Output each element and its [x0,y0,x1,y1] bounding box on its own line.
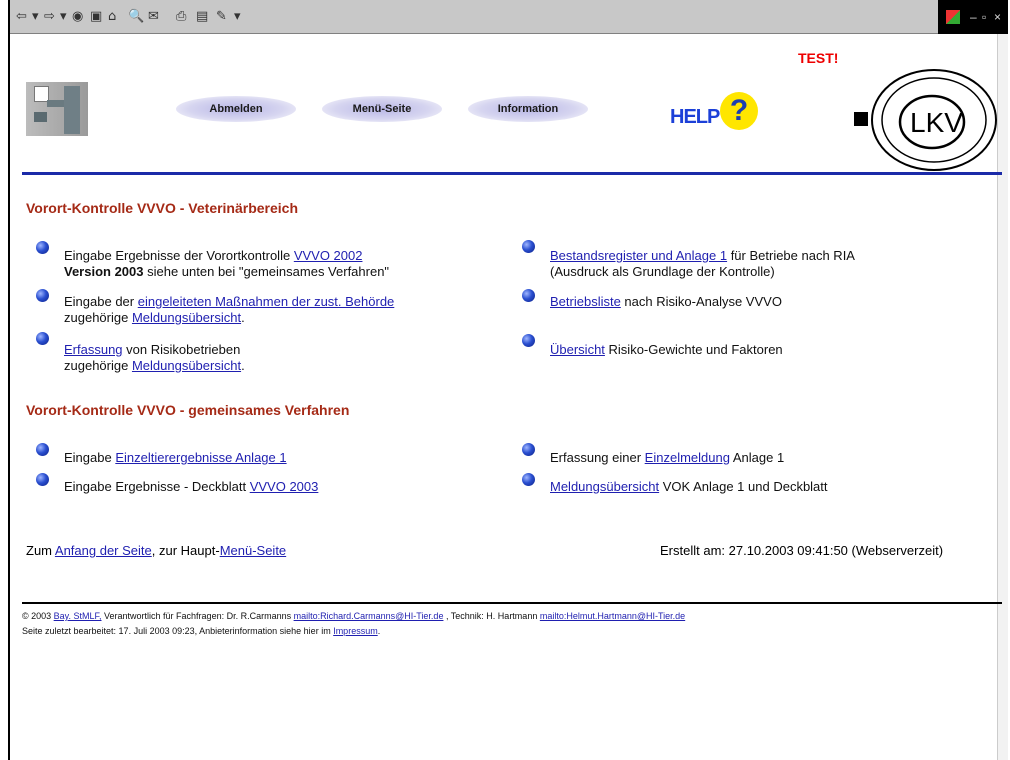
back-dropdown-icon[interactable]: ▾ [32,9,39,24]
bullet-icon [36,443,49,456]
lkv-logo[interactable]: LKV [848,62,998,172]
window-controls: – ▫ × [938,0,1008,34]
logo-part [64,86,80,134]
list-item: Übersicht Risiko-Gewichte und Faktoren [550,342,783,357]
list-item: Eingabe Ergebnisse der Vorortkontrolle V… [64,248,390,279]
bullet-icon [36,473,49,486]
close-icon[interactable]: × [994,10,1001,24]
help-text: HELP [670,106,720,128]
list-item: Erfassung von Risikobetrieben zugehörige… [64,342,245,373]
uebersicht-link[interactable]: Übersicht [550,342,605,357]
nav-information-button[interactable]: Information [468,96,588,122]
home-icon[interactable]: ⌂ [108,9,116,24]
mail-carmanns-link[interactable]: mailto:Richard.Carmanns@HI-Tier.de [294,611,444,621]
einzelmeldung-link[interactable]: Einzelmeldung [645,450,730,465]
back-icon[interactable]: ⇦ [16,9,27,24]
help-question-icon: ? [720,92,758,130]
browser-frame: ⇦ ▾ ⇨ ▾ ◉ ▣ ⌂ 🔍 ✉ ⎙ ▤ ✎ ▾ – ▫ × TEST! Ab… [8,0,1008,760]
impressum-link[interactable]: Impressum [333,626,378,636]
minimize-icon[interactable]: – [970,10,977,24]
bay-stmlf-link[interactable]: Bay. StMLF, [54,611,102,621]
list-item: Eingabe Einzeltierergebnisse Anlage 1 [64,450,287,465]
vertical-scrollbar[interactable] [997,34,1008,760]
help-button[interactable]: HELP ? [670,92,770,136]
mail-hartmann-link[interactable]: mailto:Helmut.Hartmann@HI-Tier.de [540,611,685,621]
bullet-icon [522,443,535,456]
list-item: Eingabe der eingeleiteten Maßnahmen der … [64,294,395,325]
bullet-icon [36,289,49,302]
list-item: Betriebsliste nach Risiko-Analyse VVVO [550,294,782,309]
refresh-icon[interactable]: ▣ [90,9,102,24]
footer-divider [22,602,1002,604]
last-edited-line: Seite zuletzt bearbeitet: 17. Juli 2003 … [22,626,381,636]
meldungsuebersicht-vok-link[interactable]: Meldungsübersicht [550,479,659,494]
vvvo-2002-link[interactable]: VVVO 2002 [294,248,363,263]
bullet-icon [522,473,535,486]
browser-toolbar: ⇦ ▾ ⇨ ▾ ◉ ▣ ⌂ 🔍 ✉ ⎙ ▤ ✎ ▾ – ▫ × [10,0,1008,34]
nav-menu-seite-button[interactable]: Menü-Seite [322,96,442,122]
mail-icon[interactable]: ✉ [148,9,159,24]
test-label: TEST! [798,50,839,66]
bullet-icon [522,334,535,347]
meldungsuebersicht-link[interactable]: Meldungsübersicht [132,358,241,373]
list-item: Eingabe Ergebnisse - Deckblatt VVVO 2003 [64,479,319,494]
main-menu-link[interactable]: Menü-Seite [220,543,286,558]
footer-nav: Zum Anfang der Seite, zur Haupt-Menü-Sei… [26,543,287,558]
erfassung-link[interactable]: Erfassung [64,342,123,357]
bullet-icon [522,240,535,253]
created-timestamp: Erstellt am: 27.10.2003 09:41:50 (Webser… [660,543,944,558]
copyright-line: © 2003 Bay. StMLF, Verantwortlich für Fa… [22,611,686,621]
nav-abmelden-button[interactable]: Abmelden [176,96,296,122]
bestandsregister-link[interactable]: Bestandsregister und Anlage 1 [550,248,727,263]
bullet-icon [522,289,535,302]
list-item: Bestandsregister und Anlage 1 für Betrie… [550,248,855,279]
windows-logo-icon [946,10,960,24]
logo-part [47,100,64,107]
print-icon[interactable]: ⎙ [176,9,186,24]
betriebsliste-link[interactable]: Betriebsliste [550,294,621,309]
restore-icon[interactable]: ▫ [982,10,986,24]
section-title-gemeinsam: Vorort-Kontrolle VVVO - gemeinsames Verf… [26,402,350,418]
top-of-page-link[interactable]: Anfang der Seite [55,543,152,558]
edit-dropdown-icon[interactable]: ▾ [234,9,241,24]
hi-tier-logo[interactable] [26,82,88,136]
vvvo-2003-link[interactable]: VVVO 2003 [250,479,319,494]
forward-icon[interactable]: ⇨ [44,9,55,24]
bullet-icon [36,241,49,254]
forward-dropdown-icon[interactable]: ▾ [60,9,67,24]
list-item: Meldungsübersicht VOK Anlage 1 und Deckb… [550,479,828,494]
edit-icon[interactable]: ✎ [216,9,227,24]
einzeltierergebnisse-link[interactable]: Einzeltierergebnisse Anlage 1 [115,450,286,465]
list-item: Erfassung einer Einzelmeldung Anlage 1 [550,450,785,465]
meldungsuebersicht-link[interactable]: Meldungsübersicht [132,310,241,325]
lkv-logo-text: LKV [910,107,963,138]
view-icon[interactable]: ▤ [196,9,208,24]
section-title-veterinaer: Vorort-Kontrolle VVVO - Veterinärbereich [26,200,299,216]
bullet-icon [36,332,49,345]
massnahmen-link[interactable]: eingeleiteten Maßnahmen der zust. Behörd… [138,294,395,309]
logo-part [34,112,47,122]
search-icon[interactable]: 🔍 [128,9,144,24]
header-divider [22,172,1002,175]
stop-icon[interactable]: ◉ [72,9,83,24]
